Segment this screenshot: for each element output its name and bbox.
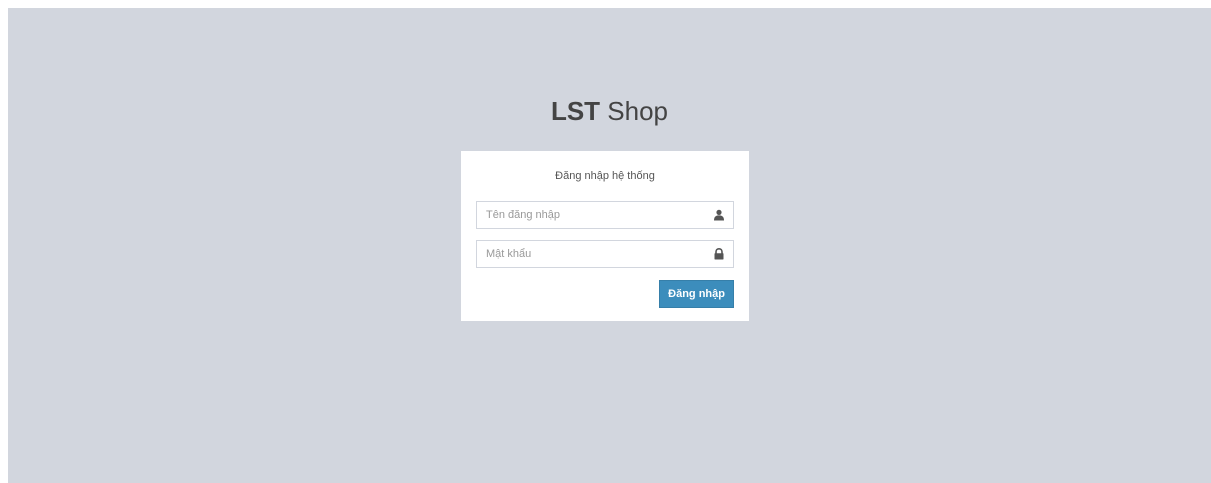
login-page: LST Shop Đăng nhập hệ thống Đăng nhập: [8, 8, 1211, 483]
login-box: Đăng nhập hệ thống Đăng nhập: [461, 151, 749, 321]
password-input[interactable]: [476, 240, 734, 268]
lock-icon: [714, 248, 724, 260]
login-submit-button[interactable]: Đăng nhập: [659, 280, 734, 308]
logo-bold-text: LST: [550, 96, 601, 126]
login-box-message: Đăng nhập hệ thống: [555, 170, 655, 182]
user-icon: [714, 209, 724, 221]
login-actions: Đăng nhập: [476, 280, 734, 308]
username-input[interactable]: [476, 201, 734, 229]
logo-light-text: Shop: [607, 96, 669, 126]
app-logo: LST Shop: [8, 96, 1211, 126]
username-field-group: [476, 201, 734, 229]
password-field-group: [476, 240, 734, 268]
